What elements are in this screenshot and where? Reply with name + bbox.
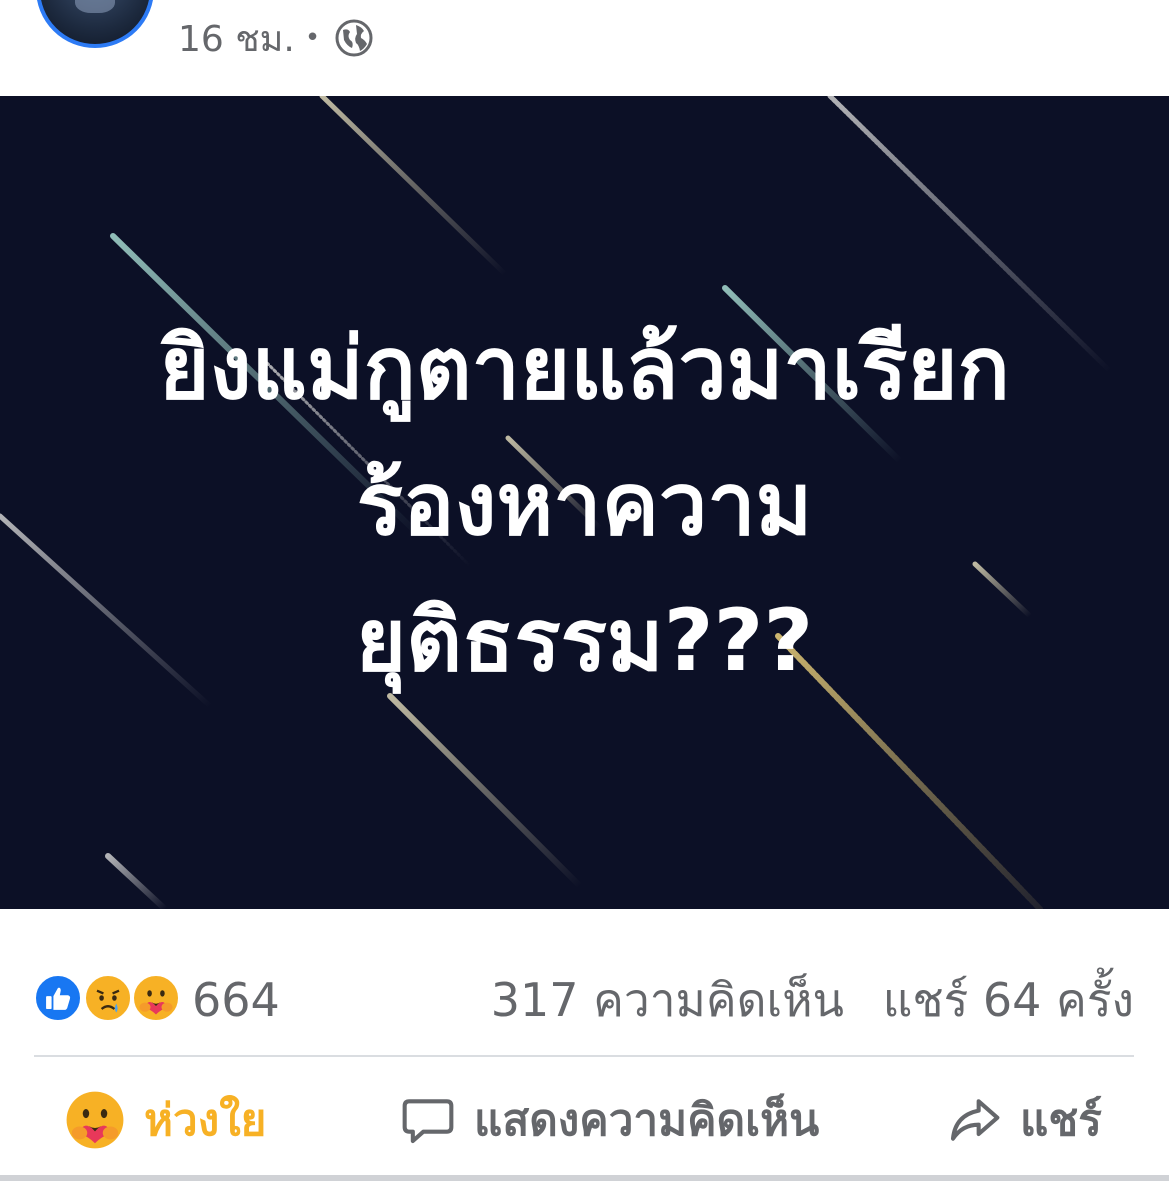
share-count[interactable]: แชร์ 64 ครั้ง [883, 970, 1134, 1030]
reactions-summary: 664 317 ความคิดเห็น แชร์ 64 ครั้ง [34, 968, 1134, 1032]
comment-count[interactable]: 317 ความคิดเห็น [491, 970, 844, 1030]
post-text: ยิงแม่กูตายแล้วมาเรียก ร้องหาความ ยุติธร… [0, 301, 1169, 709]
post-image[interactable]: ยิงแม่กูตายแล้วมาเรียก ร้องหาความ ยุติธร… [0, 96, 1169, 909]
divider [34, 1055, 1134, 1057]
reaction-count[interactable]: 664 [192, 970, 280, 1030]
comment-label: แสดงความคิดเห็น [474, 1095, 820, 1146]
sad-icon [84, 974, 132, 1022]
like-icon [34, 974, 82, 1022]
share-label: แชร์ [1020, 1095, 1102, 1146]
care-button[interactable]: ห่วงใย [64, 1080, 266, 1160]
post-text-line-3: ยุติธรรม??? [355, 591, 814, 691]
care-label: ห่วงใย [144, 1095, 267, 1146]
post-text-line-1: ยิงแม่กูตายแล้วมาเรียก [159, 319, 1010, 419]
share-button[interactable]: แชร์ [946, 1080, 1102, 1160]
post-actions: ห่วงใย แสดงความคิดเห็น แชร์ [0, 1080, 1169, 1160]
post-time[interactable]: 16 ชม. [178, 10, 295, 67]
post-meta: 16 ชม. • [178, 16, 374, 60]
globe-icon[interactable] [334, 18, 374, 58]
care-icon [132, 974, 180, 1022]
post-card: 16 ชม. • ยิงแม่กูตายแล้วมาเรียก ร้องหาคว… [0, 0, 1169, 1181]
avatar[interactable] [36, 0, 154, 48]
reaction-icons[interactable] [34, 974, 184, 1024]
comment-icon [402, 1099, 454, 1144]
care-icon [66, 1091, 124, 1149]
meta-separator: • [304, 23, 321, 53]
share-icon [950, 1099, 1000, 1141]
post-text-line-2: ร้องหาความ [356, 455, 813, 555]
comment-button[interactable]: แสดงความคิดเห็น [400, 1080, 819, 1160]
bottom-separator [0, 1175, 1169, 1181]
